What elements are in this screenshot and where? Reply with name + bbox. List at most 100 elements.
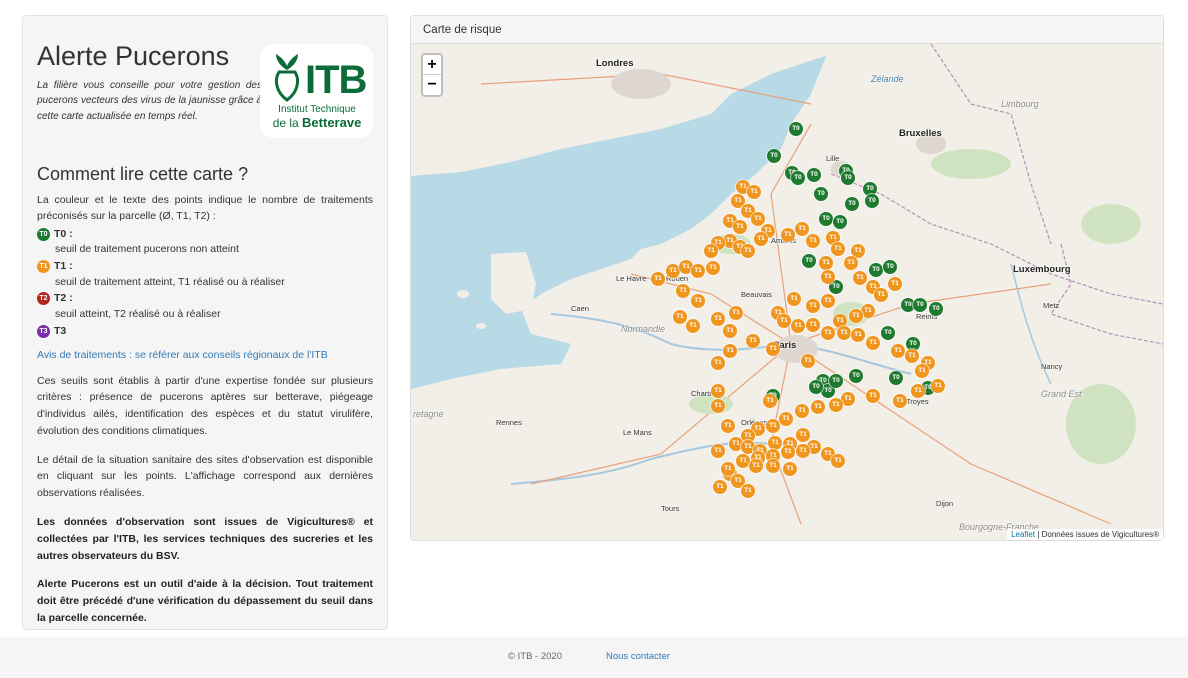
observation-marker-t1[interactable]: T1: [874, 288, 888, 302]
observation-marker-t1[interactable]: T1: [733, 220, 747, 234]
observation-marker-t1[interactable]: T1: [691, 264, 705, 278]
observation-marker-t0[interactable]: T0: [814, 187, 828, 201]
observation-marker-t1[interactable]: T1: [795, 404, 809, 418]
observation-marker-t1[interactable]: T1: [853, 271, 867, 285]
observation-marker-t0[interactable]: T0: [789, 122, 803, 136]
observation-marker-t0[interactable]: T0: [845, 197, 859, 211]
observation-marker-t0[interactable]: T0: [869, 263, 883, 277]
observation-marker-t0[interactable]: T0: [802, 254, 816, 268]
observation-marker-t1[interactable]: T1: [841, 392, 855, 406]
observation-marker-t1[interactable]: T1: [676, 284, 690, 298]
observation-marker-t1[interactable]: T1: [821, 294, 835, 308]
observation-marker-t1[interactable]: T1: [741, 484, 755, 498]
observation-marker-t1[interactable]: T1: [861, 304, 875, 318]
observation-marker-t1[interactable]: T1: [704, 244, 718, 258]
observation-marker-t1[interactable]: T1: [723, 324, 737, 338]
observation-marker-t1[interactable]: T1: [796, 444, 810, 458]
observation-marker-t1[interactable]: T1: [713, 480, 727, 494]
risk-map[interactable]: Londres Bruxelles Paris Luxembourg Lille…: [411, 44, 1163, 540]
observation-marker-t0[interactable]: T0: [849, 369, 863, 383]
observation-marker-t1[interactable]: T1: [711, 384, 725, 398]
observation-marker-t1[interactable]: T1: [666, 264, 680, 278]
observation-marker-t1[interactable]: T1: [779, 412, 793, 426]
observation-marker-t1[interactable]: T1: [766, 459, 780, 473]
observation-marker-t1[interactable]: T1: [754, 232, 768, 246]
observation-marker-t1[interactable]: T1: [844, 256, 858, 270]
observation-marker-t0[interactable]: T0: [833, 215, 847, 229]
observation-marker-t1[interactable]: T1: [791, 319, 805, 333]
observation-marker-t1[interactable]: T1: [806, 318, 820, 332]
observation-marker-t1[interactable]: T1: [751, 212, 765, 226]
observation-marker-t1[interactable]: T1: [747, 185, 761, 199]
observation-marker-t1[interactable]: T1: [749, 459, 763, 473]
observation-marker-t1[interactable]: T1: [723, 344, 737, 358]
contact-link[interactable]: Nous contacter: [606, 651, 670, 662]
observation-marker-t0[interactable]: T0: [819, 212, 833, 226]
observation-marker-t1[interactable]: T1: [811, 400, 825, 414]
observation-marker-t1[interactable]: T1: [821, 326, 835, 340]
observation-marker-t1[interactable]: T1: [821, 270, 835, 284]
zoom-out-button[interactable]: −: [423, 75, 441, 95]
observation-marker-t1[interactable]: T1: [711, 356, 725, 370]
observation-marker-t1[interactable]: T1: [711, 312, 725, 326]
observation-marker-t1[interactable]: T1: [768, 436, 782, 450]
observation-marker-t0[interactable]: T0: [889, 371, 903, 385]
observation-marker-t1[interactable]: T1: [686, 319, 700, 333]
observation-marker-t0[interactable]: T0: [913, 298, 927, 312]
observation-marker-t1[interactable]: T1: [905, 349, 919, 363]
observation-marker-t1[interactable]: T1: [891, 344, 905, 358]
observation-marker-t0[interactable]: T0: [929, 302, 943, 316]
observation-marker-t1[interactable]: T1: [806, 234, 820, 248]
leaflet-link[interactable]: Leaflet: [1011, 530, 1035, 539]
observation-marker-t1[interactable]: T1: [866, 389, 880, 403]
observation-marker-t0[interactable]: T0: [791, 171, 805, 185]
observation-marker-t1[interactable]: T1: [831, 242, 845, 256]
observation-marker-t0[interactable]: T0: [767, 149, 781, 163]
observation-marker-t1[interactable]: T1: [806, 299, 820, 313]
observation-marker-t0[interactable]: T0: [841, 171, 855, 185]
observation-marker-t1[interactable]: T1: [851, 328, 865, 342]
observation-marker-t1[interactable]: T1: [819, 256, 833, 270]
observation-marker-t1[interactable]: T1: [721, 462, 735, 476]
observation-marker-t1[interactable]: T1: [766, 342, 780, 356]
observation-marker-t0[interactable]: T0: [807, 168, 821, 182]
observation-marker-t1[interactable]: T1: [893, 394, 907, 408]
observation-marker-t1[interactable]: T1: [866, 336, 880, 350]
observation-marker-t1[interactable]: T1: [801, 354, 815, 368]
observation-marker-t1[interactable]: T1: [741, 244, 755, 258]
observation-marker-t1[interactable]: T1: [831, 454, 845, 468]
observation-marker-t1[interactable]: T1: [931, 379, 945, 393]
observation-marker-t1[interactable]: T1: [888, 277, 902, 291]
observation-marker-t1[interactable]: T1: [729, 306, 743, 320]
observation-marker-t1[interactable]: T1: [711, 399, 725, 413]
observation-marker-t1[interactable]: T1: [829, 398, 843, 412]
observation-marker-t1[interactable]: T1: [763, 394, 777, 408]
observation-marker-t1[interactable]: T1: [783, 462, 797, 476]
observation-marker-t1[interactable]: T1: [721, 419, 735, 433]
observation-marker-t1[interactable]: T1: [787, 292, 801, 306]
observation-marker-t1[interactable]: T1: [795, 222, 809, 236]
observation-marker-t1[interactable]: T1: [651, 272, 665, 286]
zoom-in-button[interactable]: +: [423, 55, 441, 75]
observation-marker-t1[interactable]: T1: [837, 326, 851, 340]
observation-marker-t1[interactable]: T1: [746, 334, 760, 348]
observation-marker-t1[interactable]: T1: [766, 419, 780, 433]
observation-marker-t1[interactable]: T1: [777, 314, 791, 328]
observation-marker-t1[interactable]: T1: [736, 454, 750, 468]
observation-marker-t1[interactable]: T1: [706, 261, 720, 275]
observation-marker-t1[interactable]: T1: [711, 444, 725, 458]
observation-marker-t1[interactable]: T1: [781, 228, 795, 242]
observation-marker-t1[interactable]: T1: [796, 428, 810, 442]
observation-marker-t0[interactable]: T0: [881, 326, 895, 340]
observation-marker-t1[interactable]: T1: [781, 445, 795, 459]
observation-marker-t1[interactable]: T1: [849, 309, 863, 323]
observation-marker-t1[interactable]: T1: [691, 294, 705, 308]
advice-link[interactable]: Avis de traitements : se référer aux con…: [37, 349, 373, 361]
observation-marker-t0[interactable]: T0: [809, 380, 823, 394]
observation-marker-t0[interactable]: T0: [865, 194, 879, 208]
observation-marker-t0[interactable]: T0: [883, 260, 897, 274]
observation-marker-t1[interactable]: T1: [915, 364, 929, 378]
observation-marker-t1[interactable]: T1: [673, 310, 687, 324]
observation-marker-t0[interactable]: T0: [829, 374, 843, 388]
observation-marker-t1[interactable]: T1: [911, 384, 925, 398]
